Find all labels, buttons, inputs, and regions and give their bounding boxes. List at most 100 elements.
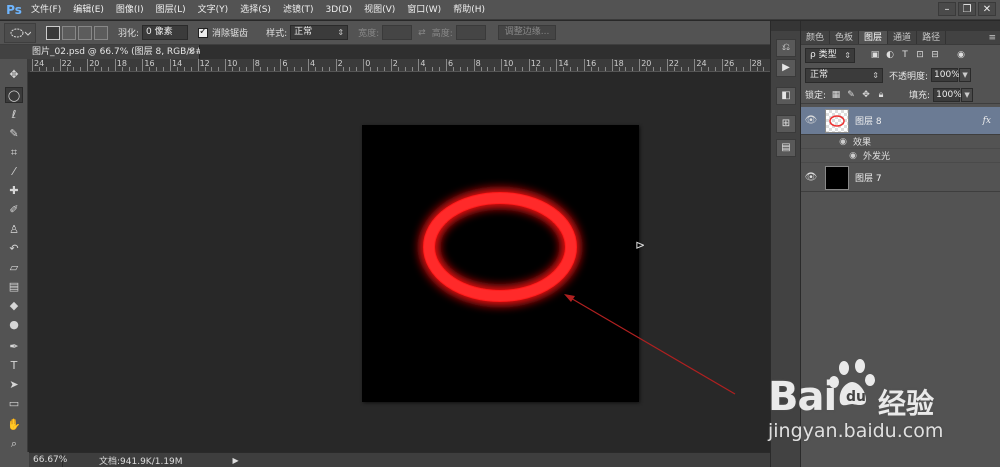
new-selection-icon[interactable] [46, 25, 60, 40]
menu-image[interactable]: 图像(I) [110, 0, 150, 20]
width-input[interactable] [382, 25, 413, 40]
tool-preset-picker[interactable] [4, 22, 36, 43]
refine-edge-button[interactable]: 调整边缘... [497, 25, 557, 40]
history-brush-tool-icon[interactable]: ↶ [5, 241, 23, 257]
blur-tool-icon[interactable]: ◆ [5, 298, 23, 314]
height-input[interactable] [455, 25, 486, 40]
lock-all-icon[interactable]: 🔒︎ [875, 89, 887, 101]
tab-color[interactable]: 颜色 [801, 31, 831, 44]
menu-window[interactable]: 窗口(W) [401, 0, 447, 20]
zoom-level[interactable]: 66.67% [29, 453, 67, 467]
lasso-tool-icon[interactable]: ℓ [5, 107, 23, 123]
zoom-tool-icon[interactable]: ⌕ [5, 436, 23, 452]
ruler-minor-tick [653, 67, 654, 71]
type-tool-icon[interactable]: T [5, 358, 23, 374]
filter-adjustment-icon[interactable]: ◐ [884, 49, 896, 61]
filter-toggle-icon[interactable]: ◉ [955, 49, 967, 61]
path-selection-tool-icon[interactable]: ➤ [5, 377, 23, 393]
menu-help[interactable]: 帮助(H) [447, 0, 491, 20]
hand-tool-icon[interactable]: ✋ [5, 417, 23, 433]
ruler-minor-tick [549, 67, 551, 71]
tab-paths[interactable]: 路径 [917, 31, 947, 44]
pen-tool-icon[interactable]: ✒ [5, 339, 23, 355]
gradient-tool-icon[interactable]: ▤ [5, 279, 23, 295]
intersect-selection-icon[interactable] [94, 25, 108, 40]
canvas-workspace[interactable]: ⊳ [29, 72, 770, 452]
close-tab-icon[interactable]: × [187, 45, 195, 59]
filter-shape-icon[interactable]: ⊡ [914, 49, 926, 61]
panel-tabs: 颜色 色板 图层 通道 路径 ≡ [801, 31, 1000, 45]
outer-glow-eye-icon[interactable]: ◉ [847, 151, 859, 161]
subtract-selection-icon[interactable] [78, 25, 92, 40]
crop-tool-icon[interactable]: ⌗ [5, 145, 23, 161]
opacity-input[interactable]: 100% [931, 68, 960, 82]
ruler-minor-tick [466, 67, 468, 71]
dodge-tool-icon[interactable]: ● [5, 317, 23, 333]
menu-file[interactable]: 文件(F) [25, 0, 67, 20]
lock-image-icon[interactable]: ✎ [845, 89, 857, 101]
eyedropper-tool-icon[interactable]: ⁄ [5, 164, 23, 180]
lock-label: 锁定: [805, 91, 827, 101]
visibility-eye-icon[interactable]: 👁︎ [801, 172, 821, 183]
swap-icon[interactable]: ⇄ [418, 28, 426, 38]
menu-layer[interactable]: 图层(L) [150, 0, 192, 20]
menu-view[interactable]: 视图(V) [358, 0, 401, 20]
tab-channels[interactable]: 通道 [888, 31, 918, 44]
minimize-button[interactable]: – [938, 2, 956, 16]
healing-brush-tool-icon[interactable]: ✚ [5, 183, 23, 199]
layer-effects-fx-icon[interactable]: fx [983, 116, 991, 126]
ruler-minor-tick [232, 67, 234, 71]
quick-selection-tool-icon[interactable]: ✎ [5, 126, 23, 142]
add-to-selection-icon[interactable] [62, 25, 76, 40]
effects-eye-icon[interactable]: ◉ [837, 137, 849, 147]
fill-dropdown-icon[interactable]: ▼ [961, 87, 974, 102]
menu-filter[interactable]: 滤镜(T) [277, 0, 320, 20]
tab-layers[interactable]: 图层 [859, 31, 889, 44]
filter-pixel-icon[interactable]: ▣ [869, 49, 881, 61]
menu-3d[interactable]: 3D(D) [319, 0, 358, 20]
history-panel-icon[interactable]: ⎌ [776, 39, 796, 57]
horizontal-ruler[interactable]: 24 22 20 18 16 14 12 10 8 6 4 2 0 2 4 6 8 10 12 14 16 18 20 22 2… [30, 59, 770, 72]
brush-tool-icon[interactable]: ✐ [5, 202, 23, 218]
adjustments-panel-icon[interactable]: ◧ [776, 87, 796, 105]
blend-mode-select[interactable]: 正常 [805, 67, 883, 83]
feather-input[interactable]: 0 像素 [142, 25, 189, 40]
tab-swatches[interactable]: 色板 [830, 31, 860, 44]
elliptical-marquee-tool-icon[interactable]: ◯ [5, 87, 23, 103]
move-tool-icon[interactable]: ✥ [5, 67, 23, 83]
layer-row-7[interactable]: 👁︎ 图层 7 [801, 164, 1000, 192]
opacity-dropdown-icon[interactable]: ▼ [959, 68, 972, 82]
layer-filter-select[interactable]: ρ 类型 [805, 47, 855, 63]
menu-type[interactable]: 文字(Y) [192, 0, 235, 20]
close-button[interactable]: ✕ [978, 2, 996, 16]
ruler-minor-tick [480, 67, 482, 71]
lock-transparent-icon[interactable]: ▦ [830, 89, 842, 101]
actions-panel-icon[interactable]: ▶ [776, 59, 796, 77]
fill-input[interactable]: 100% [933, 87, 962, 102]
menu-select[interactable]: 选择(S) [234, 0, 277, 20]
document-canvas[interactable] [362, 125, 639, 402]
lock-position-icon[interactable]: ✥ [860, 89, 872, 101]
clone-stamp-tool-icon[interactable]: ♙ [5, 222, 23, 238]
filter-type-icon[interactable]: T [899, 49, 911, 61]
panel-menu-icon[interactable]: ≡ [988, 31, 996, 45]
document-tab[interactable]: 图片_02.psd @ 66.7% (图层 8, RGB/8#) * × [0, 45, 214, 59]
menu-edit[interactable]: 编辑(E) [67, 0, 110, 20]
layer-8-thumbnail [825, 108, 849, 133]
toolbox-footer [0, 452, 29, 467]
restore-button[interactable]: ❐ [958, 2, 976, 16]
outer-glow-effect-row[interactable]: ◉ 外发光 [801, 149, 1000, 163]
layer-row-8[interactable]: 👁︎ 图层 8 fx [801, 107, 1000, 135]
antialias-checkbox[interactable] [198, 26, 209, 38]
status-menu-arrow-icon[interactable]: ▶ [233, 456, 239, 465]
properties-panel-icon[interactable]: ⊞ [776, 115, 796, 133]
notes-panel-icon[interactable]: ▤ [776, 139, 796, 157]
eraser-tool-icon[interactable]: ▱ [5, 260, 23, 276]
visibility-eye-icon[interactable]: 👁︎ [801, 115, 821, 126]
cursor-icon: ⊳ [635, 238, 646, 252]
rectangle-tool-icon[interactable]: ▭ [5, 396, 23, 412]
effects-row[interactable]: ◉ 效果 [801, 135, 1000, 149]
filter-smart-object-icon[interactable]: ⊟ [929, 49, 941, 61]
ruler-minor-tick [211, 67, 213, 71]
style-select[interactable]: 正常 [290, 25, 349, 40]
